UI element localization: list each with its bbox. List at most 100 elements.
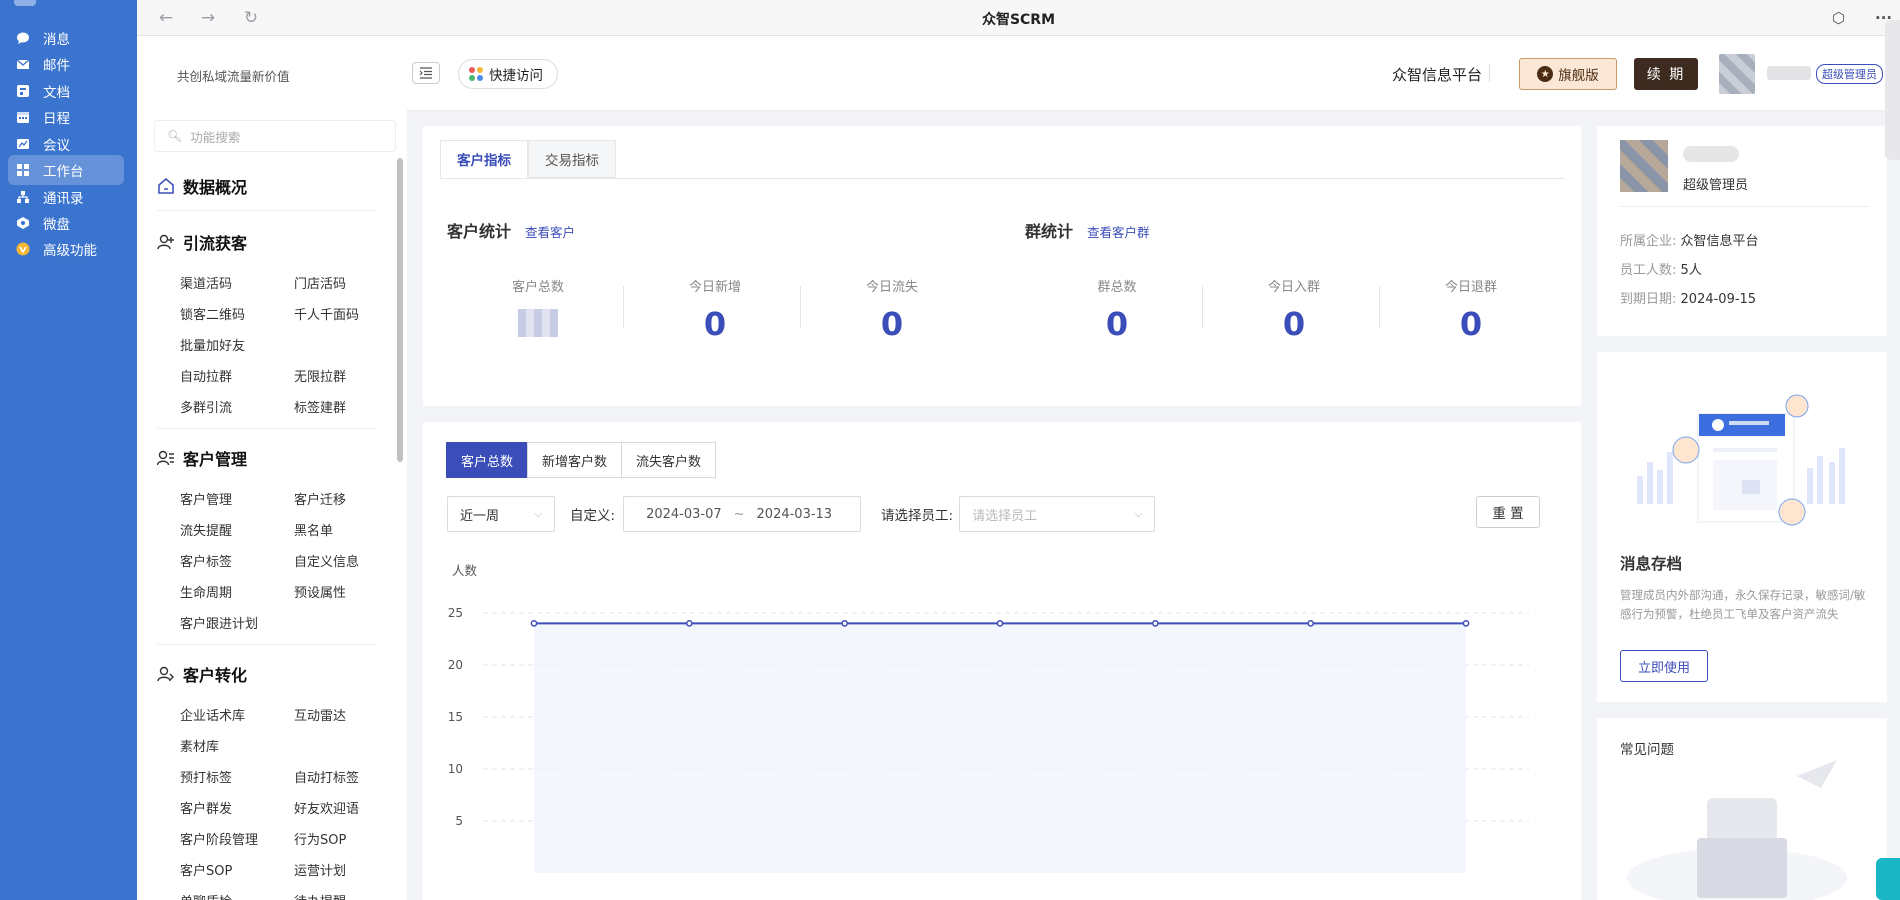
info-value: 众智信息平台 xyxy=(1680,234,1759,249)
menu-section-overview[interactable]: 数据概况 xyxy=(157,174,247,198)
menu-item[interactable]: 批量加好友 xyxy=(180,335,245,354)
menu-item[interactable]: 无限拉群 xyxy=(294,366,346,385)
menu-item[interactable]: 单聊质检 xyxy=(180,891,232,900)
group-stats-title: 群统计 xyxy=(1025,222,1074,241)
rail-item-mail[interactable]: 邮件 xyxy=(8,49,124,79)
menu-item[interactable]: 流失提醒 xyxy=(180,520,232,539)
section-divider xyxy=(157,428,377,429)
menu-item[interactable]: 运营计划 xyxy=(294,860,346,879)
menu-item[interactable]: 生命周期 xyxy=(180,582,232,601)
rail-item-advanced[interactable]: 高级功能 xyxy=(8,234,124,264)
app-rail: 消息 邮件 文档 日程 会议 工作台 通讯录 微盘 高级功能 xyxy=(0,0,137,900)
colorful-dots-icon xyxy=(469,67,483,81)
menu-item[interactable]: 素材库 xyxy=(180,736,219,755)
menu-item[interactable]: 客户迁移 xyxy=(294,489,346,508)
menu-item[interactable]: 锁客二维码 xyxy=(180,304,245,323)
search-icon: 🔍︎ xyxy=(167,129,183,143)
menu-item[interactable]: 待办提醒 xyxy=(294,891,346,900)
metric-total-groups: 群总数 0 xyxy=(1029,276,1205,345)
use-now-button[interactable]: 立即使用 xyxy=(1620,650,1708,682)
flagship-edition-button[interactable]: ★ 旗舰版 xyxy=(1519,58,1617,90)
org-name: 众智信息平台 xyxy=(1392,66,1483,84)
menu-item[interactable]: 自动拉群 xyxy=(180,366,232,385)
view-groups-link[interactable]: 查看客户群 xyxy=(1087,222,1150,241)
menu-item[interactable]: 预打标签 xyxy=(180,767,232,786)
menu-item[interactable]: 企业话术库 xyxy=(180,705,245,724)
menu-item[interactable]: 客户群发 xyxy=(180,798,232,817)
section-title: 客户管理 xyxy=(183,450,248,469)
metric-label: 客户总数 xyxy=(511,280,564,295)
renew-button[interactable]: 续 期 xyxy=(1634,58,1698,90)
metric-divider xyxy=(623,286,624,328)
overview-card: 客户指标 交易指标 客户统计 查看客户 群统计 查看客户群 客户总数 今日新增 … xyxy=(423,126,1581,406)
info-label: 所属企业: xyxy=(1620,234,1677,249)
rail-item-label: 微盘 xyxy=(43,217,70,233)
metric-label: 今日入群 xyxy=(1267,280,1320,295)
quick-access-button[interactable]: 快捷访问 xyxy=(458,59,558,89)
tab-customer-metrics[interactable]: 客户指标 xyxy=(440,140,528,178)
metric-value: 0 xyxy=(1282,305,1306,343)
function-search-input[interactable]: 🔍︎ 功能搜索 xyxy=(154,120,396,152)
rail-item-label: 文档 xyxy=(43,85,70,101)
metric-tabs: 客户指标 交易指标 xyxy=(440,140,616,178)
trend-chart: 5 10 15 20 25 xyxy=(448,606,1529,873)
menu-item[interactable]: 多群引流 xyxy=(180,397,232,416)
rail-item-calendar[interactable]: 日程 xyxy=(8,102,124,132)
home-icon xyxy=(157,177,175,195)
customer-service-button[interactable] xyxy=(1876,858,1900,900)
info-label: 到期日期: xyxy=(1620,292,1677,307)
menu-item[interactable]: 黑名单 xyxy=(294,520,333,539)
menu-item[interactable]: 门店活码 xyxy=(294,273,346,292)
menu-item[interactable]: 客户跟进计划 xyxy=(180,613,258,632)
user-list-icon xyxy=(157,449,175,467)
menu-toggle-button[interactable] xyxy=(412,62,440,84)
menu-item[interactable]: 客户阶段管理 xyxy=(180,829,258,848)
menu-item[interactable]: 行为SOP xyxy=(294,829,346,848)
org-chart-icon xyxy=(16,190,30,204)
profile-name-redacted xyxy=(1683,146,1739,162)
menu-item[interactable]: 渠道活码 xyxy=(180,273,232,292)
faq-illustration xyxy=(1627,760,1847,900)
metric-label: 今日新增 xyxy=(688,280,741,295)
menu-item[interactable]: 千人千面码 xyxy=(294,304,359,323)
section-title: 数据概况 xyxy=(183,178,248,197)
view-customers-link[interactable]: 查看客户 xyxy=(525,222,575,241)
series-area xyxy=(534,623,1466,873)
rail-avatar[interactable] xyxy=(14,0,36,6)
star-icon: ★ xyxy=(1537,66,1554,82)
profile-company: 所属企业: 众智信息平台 xyxy=(1620,230,1759,249)
edge-widget[interactable] xyxy=(1885,20,1900,160)
metric-today-new: 今日新增 0 xyxy=(627,276,803,345)
menu-scrollbar[interactable] xyxy=(397,158,403,462)
rail-item-label: 日程 xyxy=(43,111,70,127)
metric-value: 0 xyxy=(880,305,904,343)
metric-value: 0 xyxy=(1459,305,1483,343)
slogan: 共创私域流量新价值 xyxy=(177,69,290,84)
menu-item[interactable]: 自动打标签 xyxy=(294,767,359,786)
menu-item[interactable]: 预设属性 xyxy=(294,582,346,601)
rail-item-workbench[interactable]: 工作台 xyxy=(8,155,124,185)
avatar[interactable] xyxy=(1620,140,1668,192)
metric-value: 0 xyxy=(1105,305,1129,343)
archive-illustration xyxy=(1637,394,1845,526)
header-divider xyxy=(1489,64,1490,82)
menu-item[interactable]: 标签建群 xyxy=(294,397,346,416)
menu-item[interactable]: 客户管理 xyxy=(180,489,232,508)
tab-trade-metrics[interactable]: 交易指标 xyxy=(528,140,616,178)
menu-item[interactable]: 客户标签 xyxy=(180,551,232,570)
browser-toolbar: ← → ↻ 众智SCRM ⬡ ··· xyxy=(137,0,1900,36)
menu-item[interactable]: 客户SOP xyxy=(180,860,232,879)
trend-card: 客户总数 新增客户数 流失客户数 近一周 ⌵ 自定义: 2024-03-07 ~… xyxy=(423,422,1581,900)
menu-item[interactable]: 自定义信息 xyxy=(294,551,359,570)
menu-section-acquisition: 引流获客 xyxy=(157,230,247,254)
section-divider xyxy=(157,644,377,645)
metric-value-redacted xyxy=(518,309,558,337)
avatar[interactable] xyxy=(1719,54,1755,94)
data-point xyxy=(685,620,693,627)
meeting-icon xyxy=(16,137,30,151)
menu-item[interactable]: 好友欢迎语 xyxy=(294,798,359,817)
app-header: 共创私域流量新价值 快捷访问 众智信息平台 ★ 旗舰版 续 期 超级管理员 xyxy=(137,36,1900,110)
menu-item[interactable]: 互动雷达 xyxy=(294,705,346,724)
profile-card: 超级管理员 所属企业: 众智信息平台 员工人数: 5人 到期日期: 2024-0… xyxy=(1597,126,1887,336)
settings-hex-icon[interactable]: ⬡ xyxy=(1832,9,1845,27)
